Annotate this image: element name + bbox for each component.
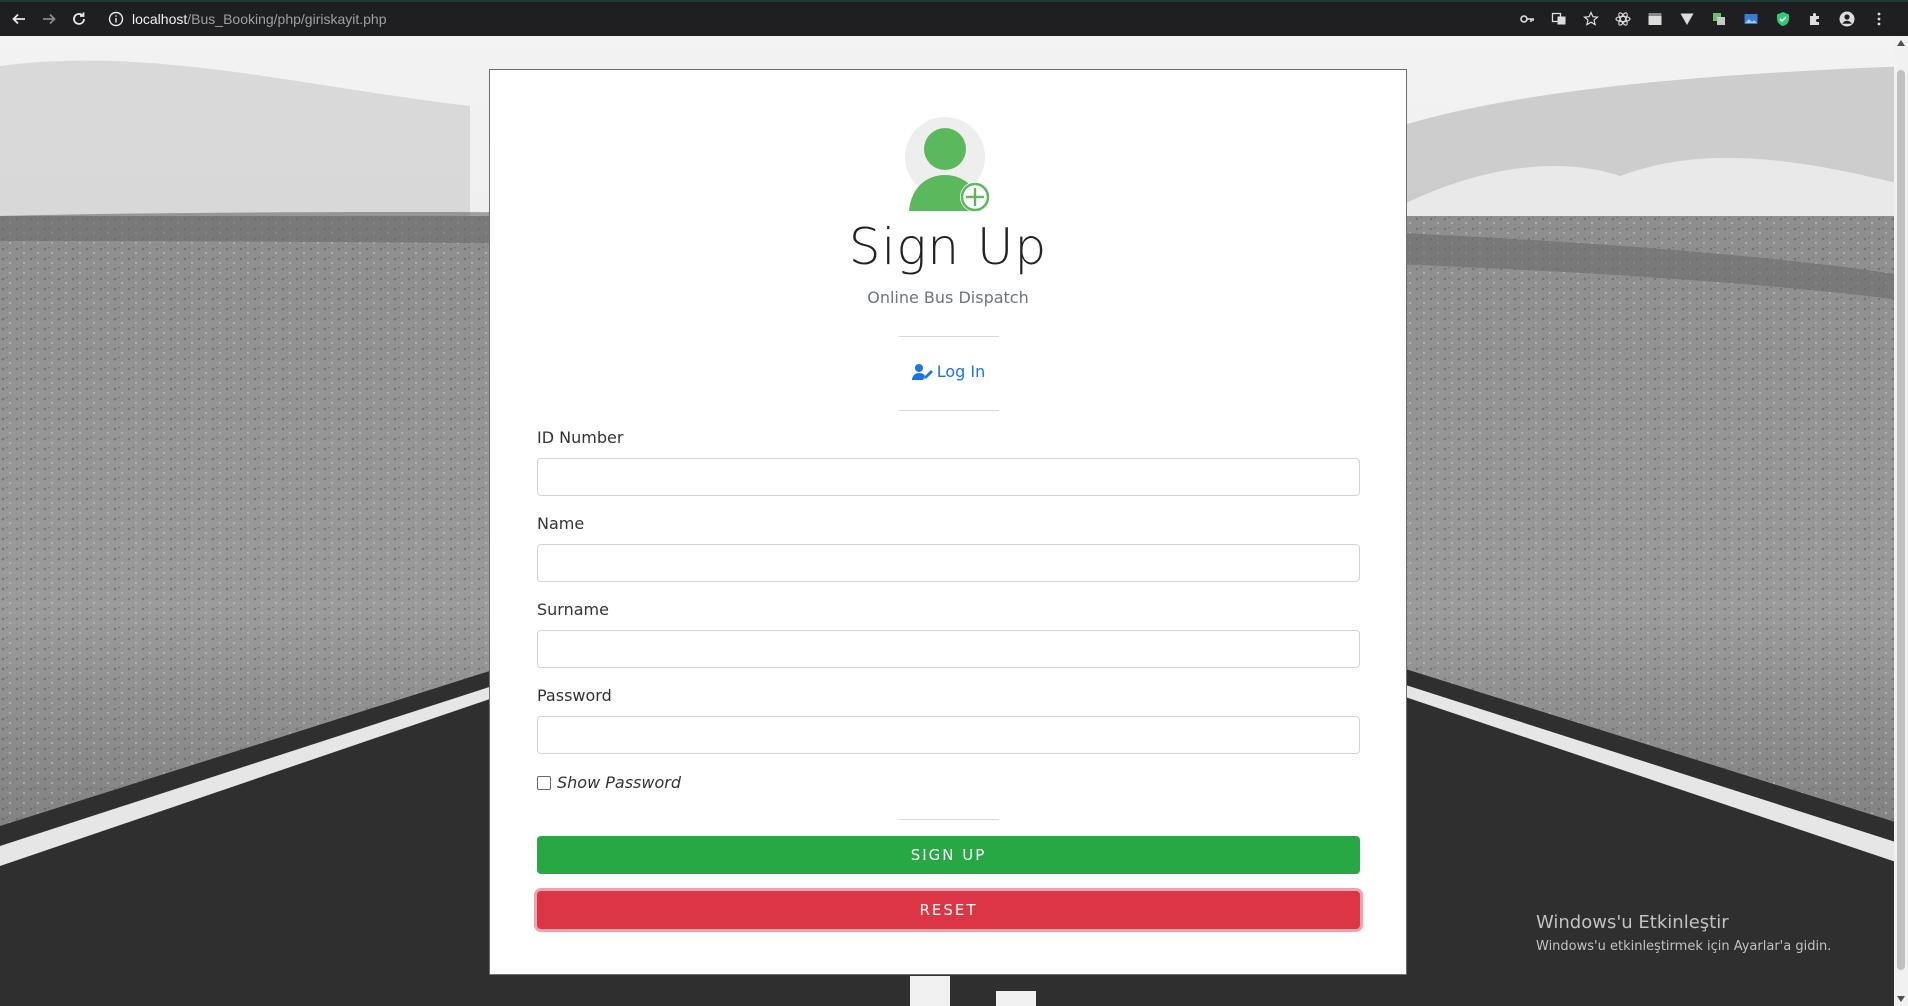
extension-window-icon[interactable]: [1646, 10, 1664, 28]
forward-button[interactable]: [38, 8, 60, 30]
page-title: Sign Up: [848, 218, 1048, 276]
login-link[interactable]: Log In: [490, 362, 1406, 381]
page-subtitle: Online Bus Dispatch: [867, 288, 1029, 307]
password-input[interactable]: [537, 716, 1360, 754]
id-number-label: ID Number: [537, 428, 624, 447]
address-bar[interactable]: localhost/Bus_Booking/php/giriskayit.php: [108, 11, 387, 27]
reload-button[interactable]: [68, 8, 90, 30]
watermark-title: Windows'u Etkinleştir: [1536, 912, 1729, 933]
shield-icon[interactable]: [1774, 10, 1792, 28]
show-password-label: Show Password: [557, 773, 681, 792]
arrow-left-icon: [12, 13, 25, 25]
add-user-icon: [905, 117, 990, 212]
back-button[interactable]: [8, 8, 30, 30]
arrow-right-icon: [43, 13, 56, 25]
divider-top: [899, 336, 999, 337]
url-host: localhost: [132, 11, 188, 27]
star-icon[interactable]: [1582, 10, 1600, 28]
user-edit-icon: [911, 363, 933, 380]
info-icon: [108, 11, 124, 27]
browser-toolbar: localhost/Bus_Booking/php/giriskayit.php: [0, 0, 1908, 36]
show-password-checkbox[interactable]: [537, 775, 551, 790]
id-number-input[interactable]: [537, 458, 1360, 496]
translate-icon[interactable]: [1550, 10, 1568, 28]
page-scrollbar[interactable]: [1894, 36, 1908, 1006]
surname-label: Surname: [537, 600, 609, 619]
watermark-subtitle: Windows'u etkinleştirmek için Ayarlar'a …: [1536, 939, 1832, 954]
show-password-toggle[interactable]: Show Password: [537, 773, 681, 792]
extension-sheets-icon[interactable]: [1710, 10, 1728, 28]
divider-middle: [899, 410, 999, 411]
menu-icon[interactable]: [1870, 10, 1888, 28]
password-label: Password: [537, 686, 612, 705]
key-icon[interactable]: [1518, 10, 1536, 28]
divider-bottom: [899, 819, 999, 820]
url-path: /Bus_Booking/php/giriskayit.php: [187, 11, 387, 27]
windows-activation-watermark: Windows'u Etkinleştir Windows'u etkinleş…: [1536, 912, 1831, 954]
extension-v-icon[interactable]: [1678, 10, 1696, 28]
name-input[interactable]: [537, 544, 1360, 582]
puzzle-icon[interactable]: [1806, 10, 1824, 28]
profile-icon[interactable]: [1838, 10, 1856, 28]
toolbar-icons: [1518, 2, 1888, 36]
name-label: Name: [537, 514, 585, 533]
signup-button[interactable]: SIGN UP: [537, 836, 1360, 874]
scroll-thumb[interactable]: [1897, 70, 1905, 970]
reset-button[interactable]: RESET: [537, 891, 1360, 929]
signup-card: Sign Up Online Bus Dispatch Log In ID Nu…: [489, 69, 1407, 975]
scroll-down-icon[interactable]: [1897, 996, 1905, 1002]
reload-icon: [73, 12, 85, 25]
surname-input[interactable]: [537, 630, 1360, 668]
extension-image-icon[interactable]: [1742, 10, 1760, 28]
extension-atom-icon[interactable]: [1614, 10, 1632, 28]
login-link-label: Log In: [936, 362, 986, 381]
scroll-up-icon[interactable]: [1897, 40, 1905, 46]
